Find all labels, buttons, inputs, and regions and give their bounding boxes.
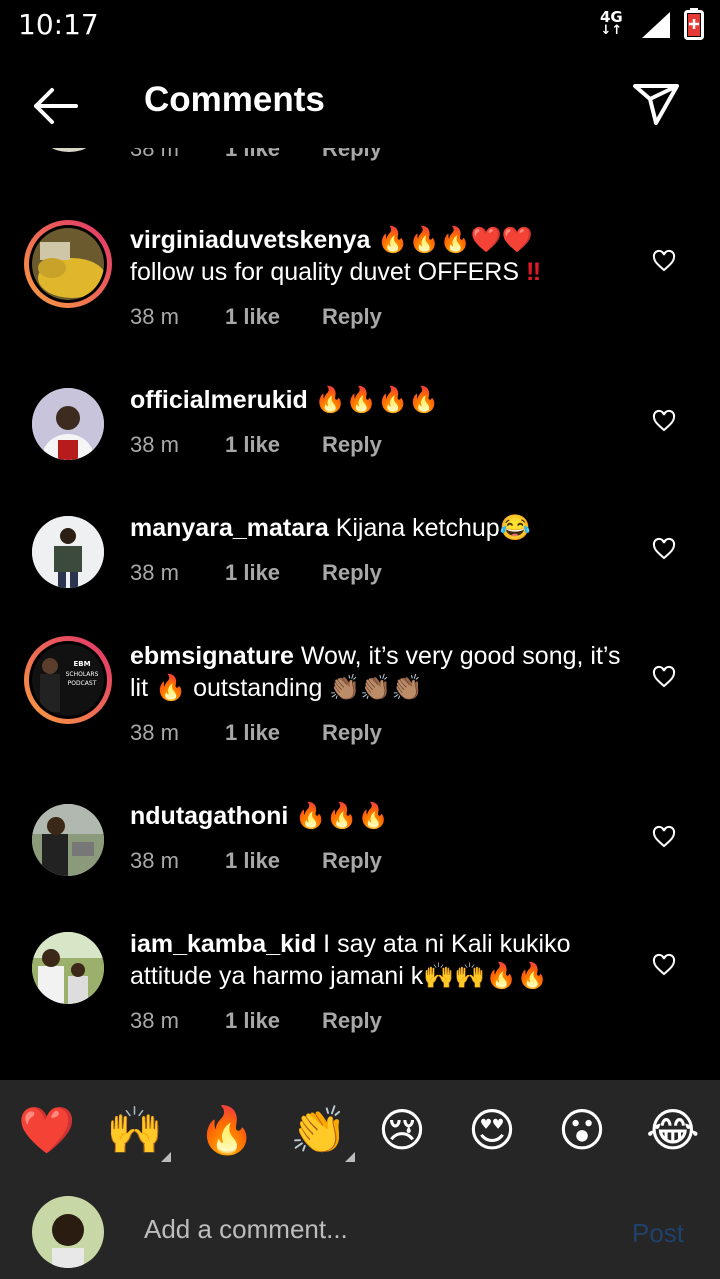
comment-username[interactable]: virginiaduvetskenya bbox=[130, 226, 370, 254]
network-indicator: 4G ↓↑ bbox=[600, 8, 623, 38]
emoji-heart-eyes-button[interactable]: 😍 bbox=[468, 1102, 516, 1158]
emoji-clapping-button[interactable]: 👏 bbox=[290, 1102, 356, 1162]
avatar-image bbox=[32, 388, 104, 460]
like-heart-icon[interactable] bbox=[652, 249, 676, 273]
comment-text: manyara_matara Kijana ketchup😂 bbox=[130, 514, 531, 542]
status-bar: 10:17 4G ↓↑ bbox=[0, 0, 720, 52]
comment-username[interactable]: iam_kamba_kid bbox=[130, 930, 316, 958]
comment-item: officialmerukid 🔥🔥🔥🔥 38 m1 like Reply bbox=[0, 378, 720, 488]
comment-username[interactable]: manyara_matara bbox=[130, 514, 329, 542]
like-heart-icon[interactable] bbox=[652, 665, 676, 689]
svg-text:EBM: EBM bbox=[73, 660, 90, 668]
avatar-image: EBM SCHOLARS PODCAST bbox=[32, 644, 104, 716]
avatar[interactable]: EBM SCHOLARS PODCAST bbox=[24, 636, 112, 724]
avatar-image bbox=[32, 804, 104, 876]
like-heart-icon[interactable] bbox=[652, 825, 676, 849]
post-button[interactable]: Post bbox=[632, 1218, 684, 1249]
emoji-reaction-bar: ❤️ 🙌 🔥 👏 😢 😍 😮 😂 bbox=[0, 1080, 720, 1184]
avatar bbox=[32, 1196, 104, 1268]
comment-meta: 38 m1 like Reply bbox=[130, 148, 382, 161]
send-icon[interactable] bbox=[632, 82, 680, 126]
header: Comments bbox=[0, 60, 720, 150]
comment-meta: 38 m1 like Reply bbox=[130, 848, 382, 873]
skin-tone-indicator-icon bbox=[345, 1152, 356, 1162]
comment-item: manyara_matara Kijana ketchup😂 38 m1 lik… bbox=[0, 506, 720, 616]
emoji-crying-button[interactable]: 😢 bbox=[378, 1102, 426, 1158]
comment-item: virginiaduvetskenya 🔥🔥🔥❤️❤️ follow us fo… bbox=[0, 218, 720, 348]
back-arrow-icon[interactable] bbox=[30, 86, 80, 126]
like-heart-icon[interactable] bbox=[652, 953, 676, 977]
avatar bbox=[40, 148, 98, 152]
battery-icon bbox=[684, 8, 704, 40]
like-heart-icon[interactable] bbox=[652, 537, 676, 561]
avatar[interactable] bbox=[32, 932, 104, 1004]
comment-list[interactable]: 38 m1 like Reply virginiaduvetskenya 🔥🔥🔥❤… bbox=[0, 148, 720, 1080]
avatar-image bbox=[32, 1196, 104, 1268]
avatar-image bbox=[32, 516, 104, 588]
avatar[interactable] bbox=[24, 220, 112, 308]
status-time: 10:17 bbox=[18, 8, 99, 41]
avatar[interactable] bbox=[32, 804, 104, 876]
avatar[interactable] bbox=[32, 388, 104, 460]
comment-composer: Add a comment... Post bbox=[0, 1184, 720, 1279]
comment-username[interactable]: ndutagathoni bbox=[130, 802, 288, 830]
comment-username[interactable]: ebmsignature bbox=[130, 642, 294, 670]
comment-text: ndutagathoni 🔥🔥🔥 bbox=[130, 802, 389, 830]
skin-tone-indicator-icon bbox=[161, 1152, 172, 1162]
comment-meta: 38 m1 like Reply bbox=[130, 560, 382, 585]
comment-item: ndutagathoni 🔥🔥🔥 38 m1 like Reply bbox=[0, 794, 720, 904]
signal-icon bbox=[642, 12, 670, 38]
comment-input[interactable]: Add a comment... bbox=[144, 1214, 348, 1245]
comment-text: ebmsignature Wow, it’s very good song, i… bbox=[130, 642, 621, 702]
page-title: Comments bbox=[144, 80, 325, 119]
comment-item: iam_kamba_kid I say ata ni Kali kukiko a… bbox=[0, 922, 720, 1052]
comment-username[interactable]: officialmerukid bbox=[130, 386, 308, 414]
svg-text:PODCAST: PODCAST bbox=[68, 680, 97, 687]
comment-meta: 38 m1 like Reply bbox=[130, 432, 382, 457]
like-heart-icon[interactable] bbox=[652, 409, 676, 433]
emoji-raised-hands-button[interactable]: 🙌 bbox=[106, 1102, 172, 1162]
comment-meta: 38 m1 like Reply bbox=[130, 304, 382, 329]
comment-meta: 38 m1 like Reply bbox=[130, 1008, 382, 1033]
avatar[interactable] bbox=[32, 516, 104, 588]
svg-text:SCHOLARS: SCHOLARS bbox=[66, 671, 99, 678]
data-arrows-icon: ↓↑ bbox=[600, 23, 623, 38]
emoji-fire-button[interactable]: 🔥 bbox=[198, 1102, 255, 1158]
comment-text: officialmerukid 🔥🔥🔥🔥 bbox=[130, 386, 440, 414]
avatar-image bbox=[32, 228, 104, 300]
emoji-surprised-button[interactable]: 😮 bbox=[558, 1102, 606, 1158]
emoji-heart-button[interactable]: ❤️ bbox=[18, 1102, 75, 1158]
emoji-laughing-button[interactable]: 😂 bbox=[646, 1102, 700, 1158]
partial-comment: 38 m1 like Reply bbox=[0, 148, 720, 182]
comment-text: iam_kamba_kid I say ata ni Kali kukiko a… bbox=[130, 930, 571, 990]
comment-meta: 38 m1 like Reply bbox=[130, 720, 382, 745]
avatar-image bbox=[32, 932, 104, 1004]
comment-text: virginiaduvetskenya 🔥🔥🔥❤️❤️ follow us fo… bbox=[130, 226, 542, 286]
comment-item: EBM SCHOLARS PODCAST ebmsignature Wow, i… bbox=[0, 634, 720, 764]
